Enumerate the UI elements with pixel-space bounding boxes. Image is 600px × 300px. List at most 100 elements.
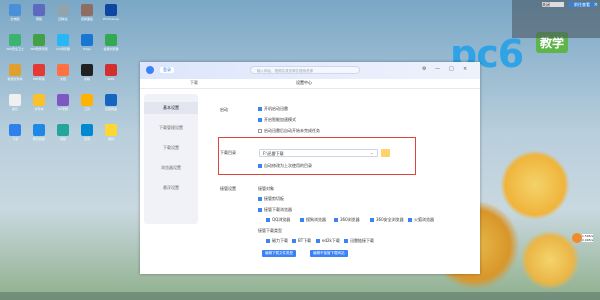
- desktop-icon-label: 控制面板: [80, 17, 93, 21]
- notification-popup: 关闭 前往查看 ×: [512, 0, 600, 38]
- desktop-icon[interactable]: 360安全卫士: [4, 34, 26, 60]
- login-button[interactable]: 登录: [160, 67, 174, 73]
- checkbox[interactable]: [258, 118, 262, 122]
- desktop-icon-label: 网络: [35, 17, 42, 21]
- type-bt[interactable]: BT下载: [292, 238, 311, 244]
- option-label: QQ浏览器: [272, 217, 291, 222]
- desktop-icon[interactable]: 360软件管家: [28, 34, 50, 60]
- search-input[interactable]: 输入网址、视频名或资源名搜索资源: [250, 66, 360, 74]
- desktop-icon[interactable]: 文件夹: [28, 94, 50, 120]
- desktop-icon[interactable]: 腾讯视频: [28, 124, 50, 150]
- title-bar: 登录 输入网址、视频名或资源名搜索资源 ⚙ — □ ×: [140, 62, 480, 79]
- option-resume-tasks[interactable]: 启动迅雷后自动开始未完成任务: [258, 128, 320, 134]
- option-label: 360安全浏览器: [376, 217, 404, 222]
- option-smart-accel[interactable]: 开启智能加速模式: [258, 117, 296, 123]
- minimize-button[interactable]: —: [435, 66, 440, 72]
- app-icon: [33, 124, 45, 136]
- app-icon: [105, 124, 117, 136]
- desktop-icon[interactable]: WPS: [100, 64, 122, 90]
- checkbox[interactable]: [258, 107, 262, 111]
- checkbox[interactable]: [300, 218, 304, 222]
- browser-360-safe[interactable]: 360安全浏览器: [370, 217, 404, 223]
- app-icon: [81, 124, 93, 136]
- flower-decoration: [500, 150, 570, 220]
- desktop-icon-label: WPS: [107, 77, 115, 81]
- checkbox[interactable]: [258, 208, 262, 212]
- desktop-icon[interactable]: 网络: [28, 4, 50, 30]
- checkbox[interactable]: [266, 218, 270, 222]
- desktop-icon[interactable]: 工具: [76, 94, 98, 120]
- checkbox[interactable]: [316, 239, 320, 243]
- option-clipboard[interactable]: 接管剪切板: [258, 196, 284, 202]
- desktop-icon[interactable]: 此电脑: [4, 4, 26, 30]
- notification-go-button[interactable]: 前往查看: [568, 2, 596, 7]
- desktop-icon[interactable]: 百度网盘: [100, 94, 122, 120]
- nav-floating-settings[interactable]: 悬浮设置: [144, 182, 198, 194]
- desktop-icon[interactable]: PDF转换: [28, 64, 50, 90]
- nav-download-settings[interactable]: 下载设置: [144, 142, 198, 154]
- desktop-icon[interactable]: 飞书: [4, 124, 26, 150]
- desktop-icon-label: 文档: [59, 77, 66, 81]
- close-button[interactable]: ×: [463, 66, 467, 72]
- nav-browser-settings[interactable]: 浏览器设置: [144, 162, 198, 174]
- nav-basic-settings[interactable]: 基本设置: [144, 102, 198, 114]
- checkbox[interactable]: [266, 239, 270, 243]
- type-magnet[interactable]: 磁力下载: [266, 238, 288, 244]
- desktop-icon[interactable]: Edge: [76, 34, 98, 60]
- edit-file-types-button[interactable]: 编辑下载文件类型: [262, 250, 296, 257]
- app-icon: [81, 34, 93, 46]
- app-icon: [57, 64, 69, 76]
- option-autostart[interactable]: 开机启动迅雷: [258, 106, 288, 112]
- type-ed2k[interactable]: ed2k下载: [316, 238, 340, 244]
- checkbox[interactable]: [370, 218, 374, 222]
- browser-360[interactable]: 360浏览器: [334, 217, 360, 223]
- option-label: 火狐浏览器: [414, 217, 434, 222]
- option-browser-takeover[interactable]: 接管下载浏览器: [258, 207, 292, 213]
- option-label: 启动迅雷后自动开始未完成任务: [264, 128, 320, 133]
- tab-download[interactable]: 下载: [190, 80, 198, 86]
- desktop-icon-label: 文件夹: [34, 107, 44, 111]
- desktop-icon[interactable]: 回收站: [52, 4, 74, 30]
- checkbox[interactable]: [258, 197, 262, 201]
- browser-qq[interactable]: QQ浏览器: [266, 217, 290, 223]
- desktop-icon[interactable]: 迅雷: [76, 124, 98, 150]
- desktop-icon-label: 此电脑: [10, 17, 20, 21]
- checkbox[interactable]: [334, 218, 338, 222]
- desktop-icon-label: 素材: [107, 137, 114, 141]
- settings-gear-icon[interactable]: ⚙: [422, 66, 426, 72]
- section-startup: 启动: [220, 107, 228, 112]
- checkbox[interactable]: [292, 239, 296, 243]
- close-icon[interactable]: ×: [594, 2, 598, 8]
- desktop-icon[interactable]: 剪映: [76, 64, 98, 90]
- notification-close-button[interactable]: 关闭: [542, 2, 564, 7]
- desktop-icon[interactable]: 文档: [52, 64, 74, 90]
- app-icon: [57, 124, 69, 136]
- checkbox[interactable]: [344, 239, 348, 243]
- tab-bar: 下载 设置中心: [140, 79, 480, 89]
- desktop-icon[interactable]: QQ浏览器: [52, 34, 74, 60]
- desktop-icon[interactable]: 备忘: [4, 94, 26, 120]
- option-label: 开机启动迅雷: [264, 106, 288, 111]
- app-icon: [33, 64, 45, 76]
- browser-sogou[interactable]: 搜狗浏览器: [300, 217, 326, 223]
- maximize-button[interactable]: □: [449, 66, 454, 72]
- floating-speed-widget[interactable]: 1.5kB/s 0.0kB/s: [572, 232, 594, 246]
- checkbox[interactable]: [408, 218, 412, 222]
- desktop-icon[interactable]: 视频: [52, 124, 74, 150]
- nav-download-manager-settings[interactable]: 下载管理设置: [144, 122, 198, 134]
- checkbox[interactable]: [258, 129, 262, 133]
- app-icon: [9, 124, 21, 136]
- desktop-icon[interactable]: 谷歌浏览器: [100, 34, 122, 60]
- desktop-icon[interactable]: 新建文件夹: [4, 64, 26, 90]
- desktop-icon-label: PDF转换: [33, 77, 45, 81]
- tab-settings-center[interactable]: 设置中心: [296, 80, 312, 86]
- desktop-icon[interactable]: 控制面板: [76, 4, 98, 30]
- edit-excluded-sites-button[interactable]: 编辑不接管下载网站: [310, 250, 348, 257]
- desktop-icon[interactable]: Photoshop: [100, 4, 122, 30]
- type-thunder-link[interactable]: 迅雷链接下载: [344, 238, 374, 244]
- browser-firefox[interactable]: 火狐浏览器: [408, 217, 434, 223]
- option-label: 搜狗浏览器: [306, 217, 326, 222]
- app-icon: [57, 34, 69, 46]
- desktop-icon[interactable]: EV录屏: [52, 94, 74, 120]
- desktop-icon[interactable]: 素材: [100, 124, 122, 150]
